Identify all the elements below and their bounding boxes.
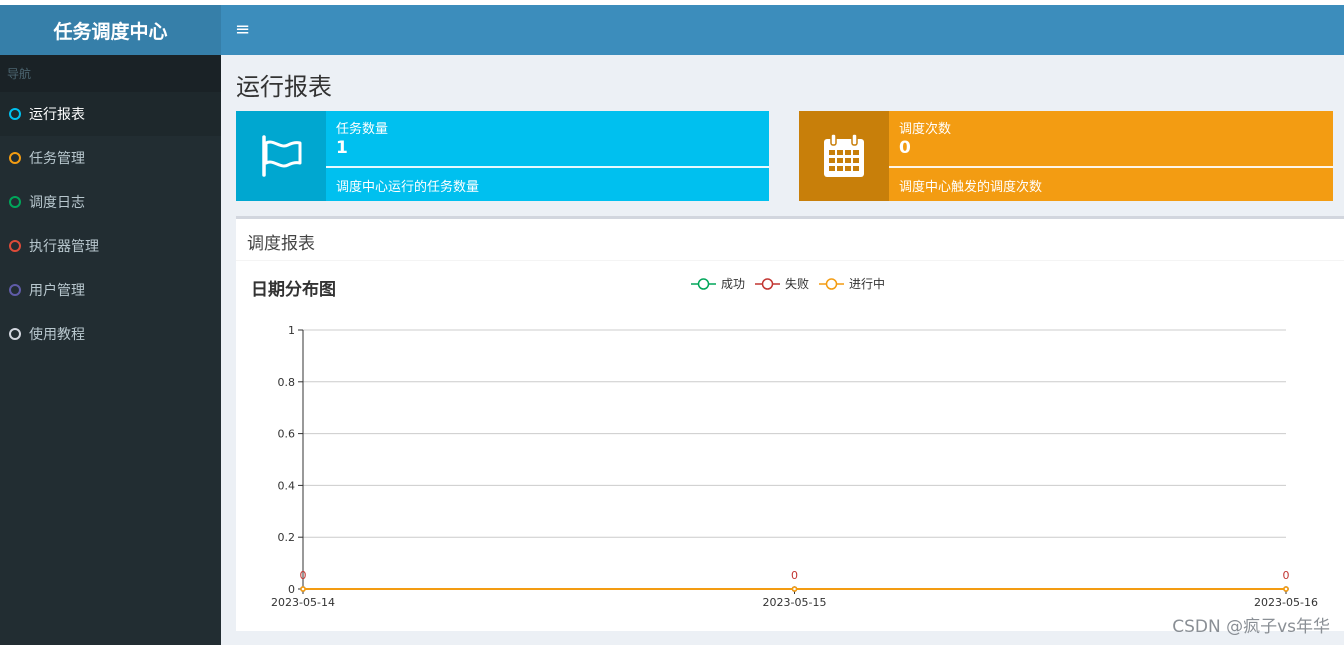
circle-icon — [9, 196, 21, 208]
y-tick-label: 0.6 — [278, 428, 296, 441]
sidebar-item-label: 执行器管理 — [29, 239, 99, 255]
app-logo[interactable]: 任务调度中心 — [0, 5, 221, 55]
sidebar-item-label: 任务管理 — [29, 151, 85, 167]
infobox-progress — [326, 166, 769, 168]
data-label: 0 — [791, 569, 798, 582]
y-tick-label: 0 — [288, 583, 295, 596]
infobox-label: 任务数量 — [336, 122, 389, 137]
circle-icon — [9, 108, 21, 120]
circle-icon — [9, 240, 21, 252]
legend-label: 失败 — [785, 277, 810, 291]
sidebar-item-label: 运行报表 — [29, 107, 85, 123]
chart-title: 日期分布图 — [251, 280, 336, 300]
infobox-number: 1 — [336, 138, 348, 158]
infobox-trigger-count: 调度次数 0 调度中心触发的调度次数 — [799, 111, 1333, 201]
hamburger-menu-icon[interactable]: ≡ — [235, 19, 250, 41]
sidebar-item[interactable]: 执行器管理 — [0, 224, 221, 268]
legend-label: 成功 — [721, 277, 746, 291]
data-point — [791, 586, 798, 592]
calendar-icon — [799, 111, 889, 201]
legend-line-icon — [691, 277, 716, 290]
infobox-description: 调度中心触发的调度次数 — [899, 180, 1043, 195]
circle-icon — [9, 284, 21, 296]
sidebar-header: 导航 — [0, 55, 221, 92]
legend-item[interactable]: 进行中 — [819, 275, 885, 292]
sidebar: 导航 运行报表任务管理调度日志执行器管理用户管理使用教程 — [0, 55, 221, 645]
data-point — [300, 586, 306, 592]
sidebar-item-label: 调度日志 — [29, 195, 85, 211]
legend-line-icon — [819, 277, 845, 290]
infobox-description: 调度中心运行的任务数量 — [336, 180, 480, 195]
main-content: 运行报表 任务数量 1 调度中心运行的任务数量 调度次数 0 调度中心触发的调度… — [221, 55, 1344, 645]
chart-legend: 成功 失败 进行中 — [691, 275, 885, 292]
infobox-number: 0 — [899, 138, 911, 158]
sidebar-menu: 运行报表任务管理调度日志执行器管理用户管理使用教程 — [0, 92, 221, 356]
sidebar-item-label: 使用教程 — [29, 327, 85, 343]
y-tick-label: 0.4 — [278, 479, 296, 492]
flag-icon — [236, 111, 326, 201]
y-tick-label: 0.8 — [278, 376, 296, 389]
infobox-label: 调度次数 — [899, 122, 952, 137]
sidebar-item[interactable]: 使用教程 — [0, 312, 221, 356]
sidebar-item[interactable]: 任务管理 — [0, 136, 221, 180]
data-label: 0 — [300, 569, 307, 582]
sidebar-item[interactable]: 运行报表 — [0, 92, 221, 136]
legend-item[interactable]: 失败 — [755, 275, 809, 292]
sidebar-item[interactable]: 用户管理 — [0, 268, 221, 312]
circle-icon — [9, 152, 21, 164]
y-tick-label: 0.2 — [278, 531, 296, 544]
infobox-body: 调度次数 0 调度中心触发的调度次数 — [889, 111, 1333, 201]
sidebar-item-label: 用户管理 — [29, 283, 85, 299]
y-tick-label: 1 — [288, 324, 295, 337]
circle-icon — [9, 328, 21, 340]
sidebar-item[interactable]: 调度日志 — [0, 180, 221, 224]
infobox-body: 任务数量 1 调度中心运行的任务数量 — [326, 111, 769, 201]
x-tick-label: 2023-05-16 — [1254, 596, 1318, 609]
x-tick-label: 2023-05-14 — [271, 596, 335, 609]
infobox-task-count: 任务数量 1 调度中心运行的任务数量 — [236, 111, 769, 201]
x-tick-label: 2023-05-15 — [763, 596, 827, 609]
infobox-progress — [889, 166, 1333, 168]
data-point — [1283, 586, 1289, 592]
legend-label: 进行中 — [849, 277, 886, 291]
legend-item[interactable]: 成功 — [691, 275, 745, 292]
top-navbar: ≡ — [221, 5, 1344, 55]
legend-line-icon — [755, 277, 781, 290]
report-panel: 调度报表 0 0.2 0.4 0.6 0.8 1 2023-05-14 2023-05-15 2… — [236, 216, 1344, 631]
page-title: 运行报表 — [236, 73, 332, 101]
data-label: 0 — [1283, 569, 1290, 582]
watermark: CSDN @疯子vs年华 — [1172, 617, 1330, 637]
